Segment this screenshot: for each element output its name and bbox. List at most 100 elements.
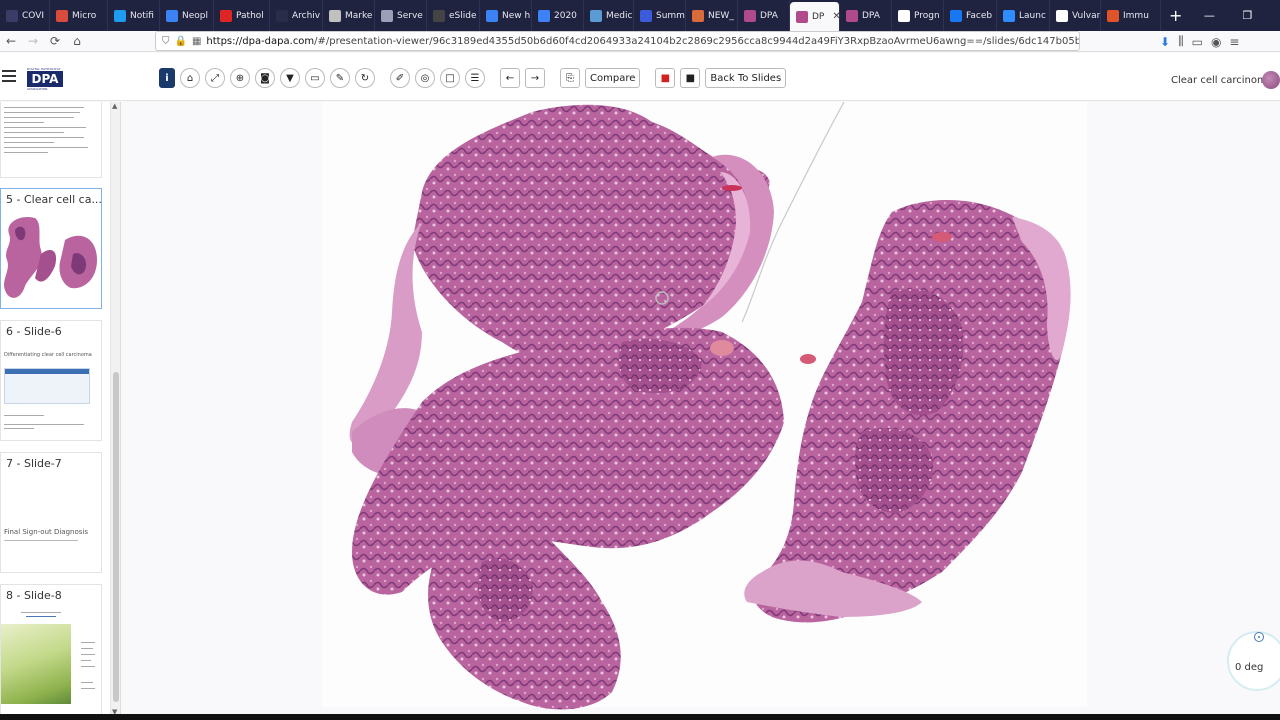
shield-icon[interactable]: ⛉ <box>162 36 170 47</box>
sidebar-scrollbar[interactable] <box>110 102 120 720</box>
browser-tab[interactable]: Pathol <box>214 0 270 31</box>
reload-icon[interactable]: ⟳ <box>44 34 66 48</box>
scroll-up-icon[interactable]: ▲ <box>112 102 117 110</box>
fullscreen-button[interactable]: ⤢ <box>205 68 225 88</box>
tab-label: eSlide <box>449 10 477 21</box>
tab-favicon-icon <box>381 9 393 22</box>
logo-bottom-text: ASSOCIATION <box>27 87 48 91</box>
browser-tab[interactable]: Medic <box>584 0 634 31</box>
browser-tab[interactable]: Launc <box>997 0 1050 31</box>
browser-tab[interactable]: Faceb <box>944 0 997 31</box>
tab-favicon-icon <box>166 9 178 22</box>
filter-button[interactable]: ▼ <box>280 68 300 88</box>
stop-button[interactable]: ■ <box>680 68 701 88</box>
lock-icon[interactable]: 🔒 <box>175 36 187 47</box>
pen-button[interactable]: ✎ <box>330 68 350 88</box>
camera-button[interactable]: ◙ <box>255 68 275 88</box>
browser-tab[interactable]: 2020 <box>532 0 584 31</box>
site-info-icon[interactable]: ▦ <box>192 36 201 47</box>
back-to-slides-button[interactable]: Back To Slides <box>705 68 787 88</box>
previous-slide-button[interactable]: ← <box>500 68 520 88</box>
rotate-button[interactable]: ↻ <box>355 68 375 88</box>
browser-tab[interactable]: DPA <box>738 0 790 31</box>
tab-favicon-icon <box>220 9 232 22</box>
browser-tab[interactable]: Marke <box>323 0 375 31</box>
library-icon[interactable]: ⫼ <box>1178 34 1184 49</box>
browser-tab[interactable]: DP ✕ <box>790 2 840 31</box>
info-button[interactable]: i <box>159 68 175 88</box>
tab-favicon-icon <box>56 9 68 22</box>
browser-toolbar-right: ⬇ ⫼ ▭ ◉ ≡ <box>1160 31 1239 52</box>
slide-thumbnail-avatar[interactable] <box>1262 71 1280 89</box>
tab-label: Faceb <box>966 10 993 21</box>
tab-favicon-icon <box>329 9 341 22</box>
browser-tab[interactable]: Notifi <box>108 0 160 31</box>
browser-tab[interactable]: Vulvar <box>1050 0 1101 31</box>
dpa-logo: DIGITAL PATHOLOGY DPA ASSOCIATION <box>27 67 63 93</box>
browser-tab[interactable]: DPA <box>840 0 892 31</box>
download-icon[interactable]: ⬇ <box>1160 35 1170 49</box>
browser-tab[interactable]: Immu <box>1101 0 1161 31</box>
select-box-button[interactable]: □ <box>440 68 460 88</box>
address-bar[interactable]: ⛉ 🔒 ▦ https://dpa-dapa.com/#/presentatio… <box>155 31 1080 51</box>
browser-tab[interactable]: Micro <box>50 0 108 31</box>
slide-label: 8 - Slide-8 <box>6 589 62 602</box>
tab-label: Progn <box>914 10 940 21</box>
slide-label: 7 - Slide-7 <box>6 457 62 470</box>
slide-viewer-canvas[interactable] <box>122 102 1280 714</box>
tab-label: Medic <box>606 10 633 21</box>
rotation-handle-icon[interactable] <box>1254 632 1264 642</box>
slide-item-5[interactable]: 5 - Clear cell ca... <box>0 188 102 309</box>
browser-tab[interactable]: Progn <box>892 0 944 31</box>
viewer-toolbar: i ⌂ ⤢ ⊕ ◙ ▼ ▭ ✎ ↻ ✐ ◎ □ ☰ ← → ⎘ Compare … <box>159 67 791 89</box>
close-window-button[interactable]: ✕ <box>1266 0 1280 31</box>
next-slide-button[interactable]: → <box>525 68 545 88</box>
browser-tab[interactable]: Serve <box>375 0 427 31</box>
tab-favicon-icon <box>950 9 962 22</box>
back-icon[interactable]: ← <box>0 34 22 48</box>
browser-tab[interactable]: eSlide <box>427 0 480 31</box>
slide-item-8[interactable]: 8 - Slide-8 <box>0 584 102 720</box>
slide-thumbnail <box>1 102 101 177</box>
target-button[interactable]: ◎ <box>415 68 435 88</box>
rotation-dial[interactable]: 0 deg <box>1227 631 1280 691</box>
browser-tab[interactable]: New h <box>480 0 532 31</box>
home-view-button[interactable]: ⌂ <box>180 68 200 88</box>
restore-button[interactable]: ❐ <box>1228 0 1266 31</box>
account-icon[interactable]: ◉ <box>1211 35 1221 49</box>
new-tab-button[interactable]: + <box>1161 0 1190 31</box>
sidebar-toggle-icon[interactable]: ▭ <box>1192 35 1203 49</box>
tab-favicon-icon <box>114 9 126 22</box>
home-icon[interactable]: ⌂ <box>66 34 88 48</box>
tab-label: Notifi <box>130 10 154 21</box>
tab-label: DP <box>812 11 825 22</box>
hamburger-menu-icon[interactable] <box>2 70 16 85</box>
close-tab-icon[interactable]: ✕ <box>832 11 839 22</box>
compare-button[interactable]: Compare <box>585 68 641 88</box>
browser-tab[interactable]: Neopl <box>160 0 214 31</box>
browser-tab[interactable]: COVI <box>0 0 50 31</box>
annotate-button[interactable]: ✐ <box>390 68 410 88</box>
tissue-section-image[interactable] <box>122 102 1280 714</box>
presentation-button[interactable]: ▭ <box>305 68 325 88</box>
slide-item-4[interactable] <box>0 102 102 178</box>
list-button[interactable]: ☰ <box>465 68 485 88</box>
tab-favicon-icon <box>898 9 910 22</box>
tab-label: 2020 <box>554 10 577 21</box>
tab-favicon-icon <box>640 9 652 22</box>
browser-tab[interactable]: Archiv <box>270 0 323 31</box>
link-button[interactable]: ⎘ <box>560 68 580 88</box>
menu-icon[interactable]: ≡ <box>1229 35 1239 49</box>
forward-icon[interactable]: → <box>22 34 44 48</box>
record-button[interactable]: ■ <box>655 68 676 88</box>
tab-favicon-icon <box>1003 9 1015 22</box>
browser-tab[interactable]: Summ <box>634 0 686 31</box>
tab-label: DPA <box>760 10 778 21</box>
tab-label: NEW_ <box>708 10 734 21</box>
tab-favicon-icon <box>1107 9 1119 22</box>
slide-item-6[interactable]: 6 - Slide-6 Differentiating clear cell c… <box>0 320 102 441</box>
minimize-button[interactable]: — <box>1190 0 1228 31</box>
browser-tab[interactable]: NEW_ <box>686 0 738 31</box>
zoom-button[interactable]: ⊕ <box>230 68 250 88</box>
slide-item-7[interactable]: 7 - Slide-7 Final Sign-out Diagnosis <box>0 452 102 573</box>
